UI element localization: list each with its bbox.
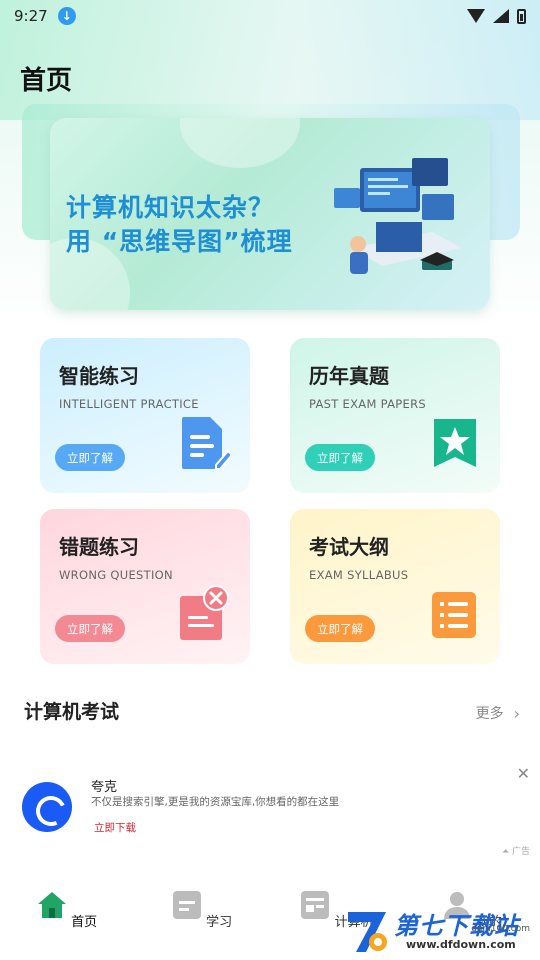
section-title: 计算机考试 bbox=[24, 701, 120, 723]
banner-bubble bbox=[180, 118, 300, 168]
download-icon: ↓ bbox=[57, 7, 76, 25]
close-icon[interactable]: ✕ bbox=[517, 764, 530, 783]
card-exam-syllabus[interactable]: 考试大纲 EXAM SYLLABUS 立即了解 bbox=[290, 509, 500, 664]
wifi-icon bbox=[467, 9, 485, 23]
more-label: 更多 bbox=[475, 706, 504, 722]
ad-description: 不仅是搜索引擎,更是我的资源宝库,你想看的都在这里 bbox=[91, 796, 340, 808]
card-title: 考试大纲 bbox=[309, 535, 389, 559]
banner-line-1: 计算机知识太杂？ bbox=[66, 193, 275, 222]
tab-home[interactable]: 首页 bbox=[27, 890, 107, 930]
computer-icon bbox=[301, 891, 330, 919]
wrong-answer-icon bbox=[180, 586, 229, 640]
card-title: 智能练习 bbox=[59, 364, 139, 388]
chevron-right-icon: › bbox=[513, 703, 520, 723]
watermark-url: www.dfdown.com bbox=[406, 938, 516, 951]
quark-logo-icon[interactable] bbox=[22, 782, 72, 832]
card-subtitle: WRONG QUESTION bbox=[59, 568, 173, 582]
learn-more-button[interactable]: 立即了解 bbox=[305, 615, 375, 642]
banner-line-2: 用 “思维导图”梳理 bbox=[66, 227, 293, 256]
learn-more-button[interactable]: 立即了解 bbox=[305, 444, 375, 471]
ad-app-name[interactable]: 夸克 bbox=[91, 776, 117, 795]
bookmark-star-icon bbox=[434, 419, 476, 467]
card-title: 历年真题 bbox=[309, 364, 389, 388]
page-title: 首页 bbox=[20, 66, 73, 96]
tab-label: 首页 bbox=[71, 915, 98, 930]
document-edit-icon bbox=[182, 417, 230, 470]
card-subtitle: INTELLIGENT PRACTICE bbox=[59, 397, 199, 411]
status-icons bbox=[467, 8, 526, 24]
tab-label: 学习 bbox=[206, 915, 233, 930]
card-intelligent-practice[interactable]: 智能练习 INTELLIGENT PRACTICE 立即了解 bbox=[40, 338, 250, 493]
more-link[interactable]: 更多 › bbox=[476, 703, 520, 723]
home-icon bbox=[37, 892, 66, 918]
card-wrong-question[interactable]: 错题练习 WRONG QUESTION 立即了解 bbox=[40, 509, 250, 664]
watermark-domain: dani100.com bbox=[471, 924, 530, 934]
tab-study[interactable]: 学习 bbox=[162, 890, 242, 930]
card-subtitle: PAST EXAM PAPERS bbox=[309, 397, 426, 411]
status-time: 9:27 bbox=[14, 7, 48, 25]
card-past-exam-papers[interactable]: 历年真题 PAST EXAM PAPERS 立即了解 bbox=[290, 338, 500, 493]
note-icon bbox=[172, 891, 201, 919]
ad-tag: ⏶ 广告 bbox=[501, 847, 530, 857]
learn-more-button[interactable]: 立即了解 bbox=[55, 615, 125, 642]
learn-more-button[interactable]: 立即了解 bbox=[55, 444, 125, 471]
card-title: 错题练习 bbox=[59, 535, 139, 559]
watermark-seven-icon bbox=[348, 912, 387, 952]
syllabus-list-icon bbox=[432, 592, 476, 638]
signal-icon bbox=[493, 9, 509, 23]
battery-icon bbox=[517, 8, 526, 24]
ad-tag-label: 广告 bbox=[511, 847, 530, 857]
watermark-logo: 第七下载站 dani100.com www.dfdown.com bbox=[344, 904, 534, 956]
card-subtitle: EXAM SYLLABUS bbox=[309, 568, 409, 582]
status-bar: 9:27 ↓ bbox=[0, 0, 540, 32]
ad-download-link[interactable]: 立即下载 bbox=[94, 820, 136, 835]
banner-carousel[interactable]: 计算机知识太杂？ 用 “思维导图”梳理 bbox=[50, 118, 490, 310]
computer-study-illustration bbox=[334, 158, 462, 274]
